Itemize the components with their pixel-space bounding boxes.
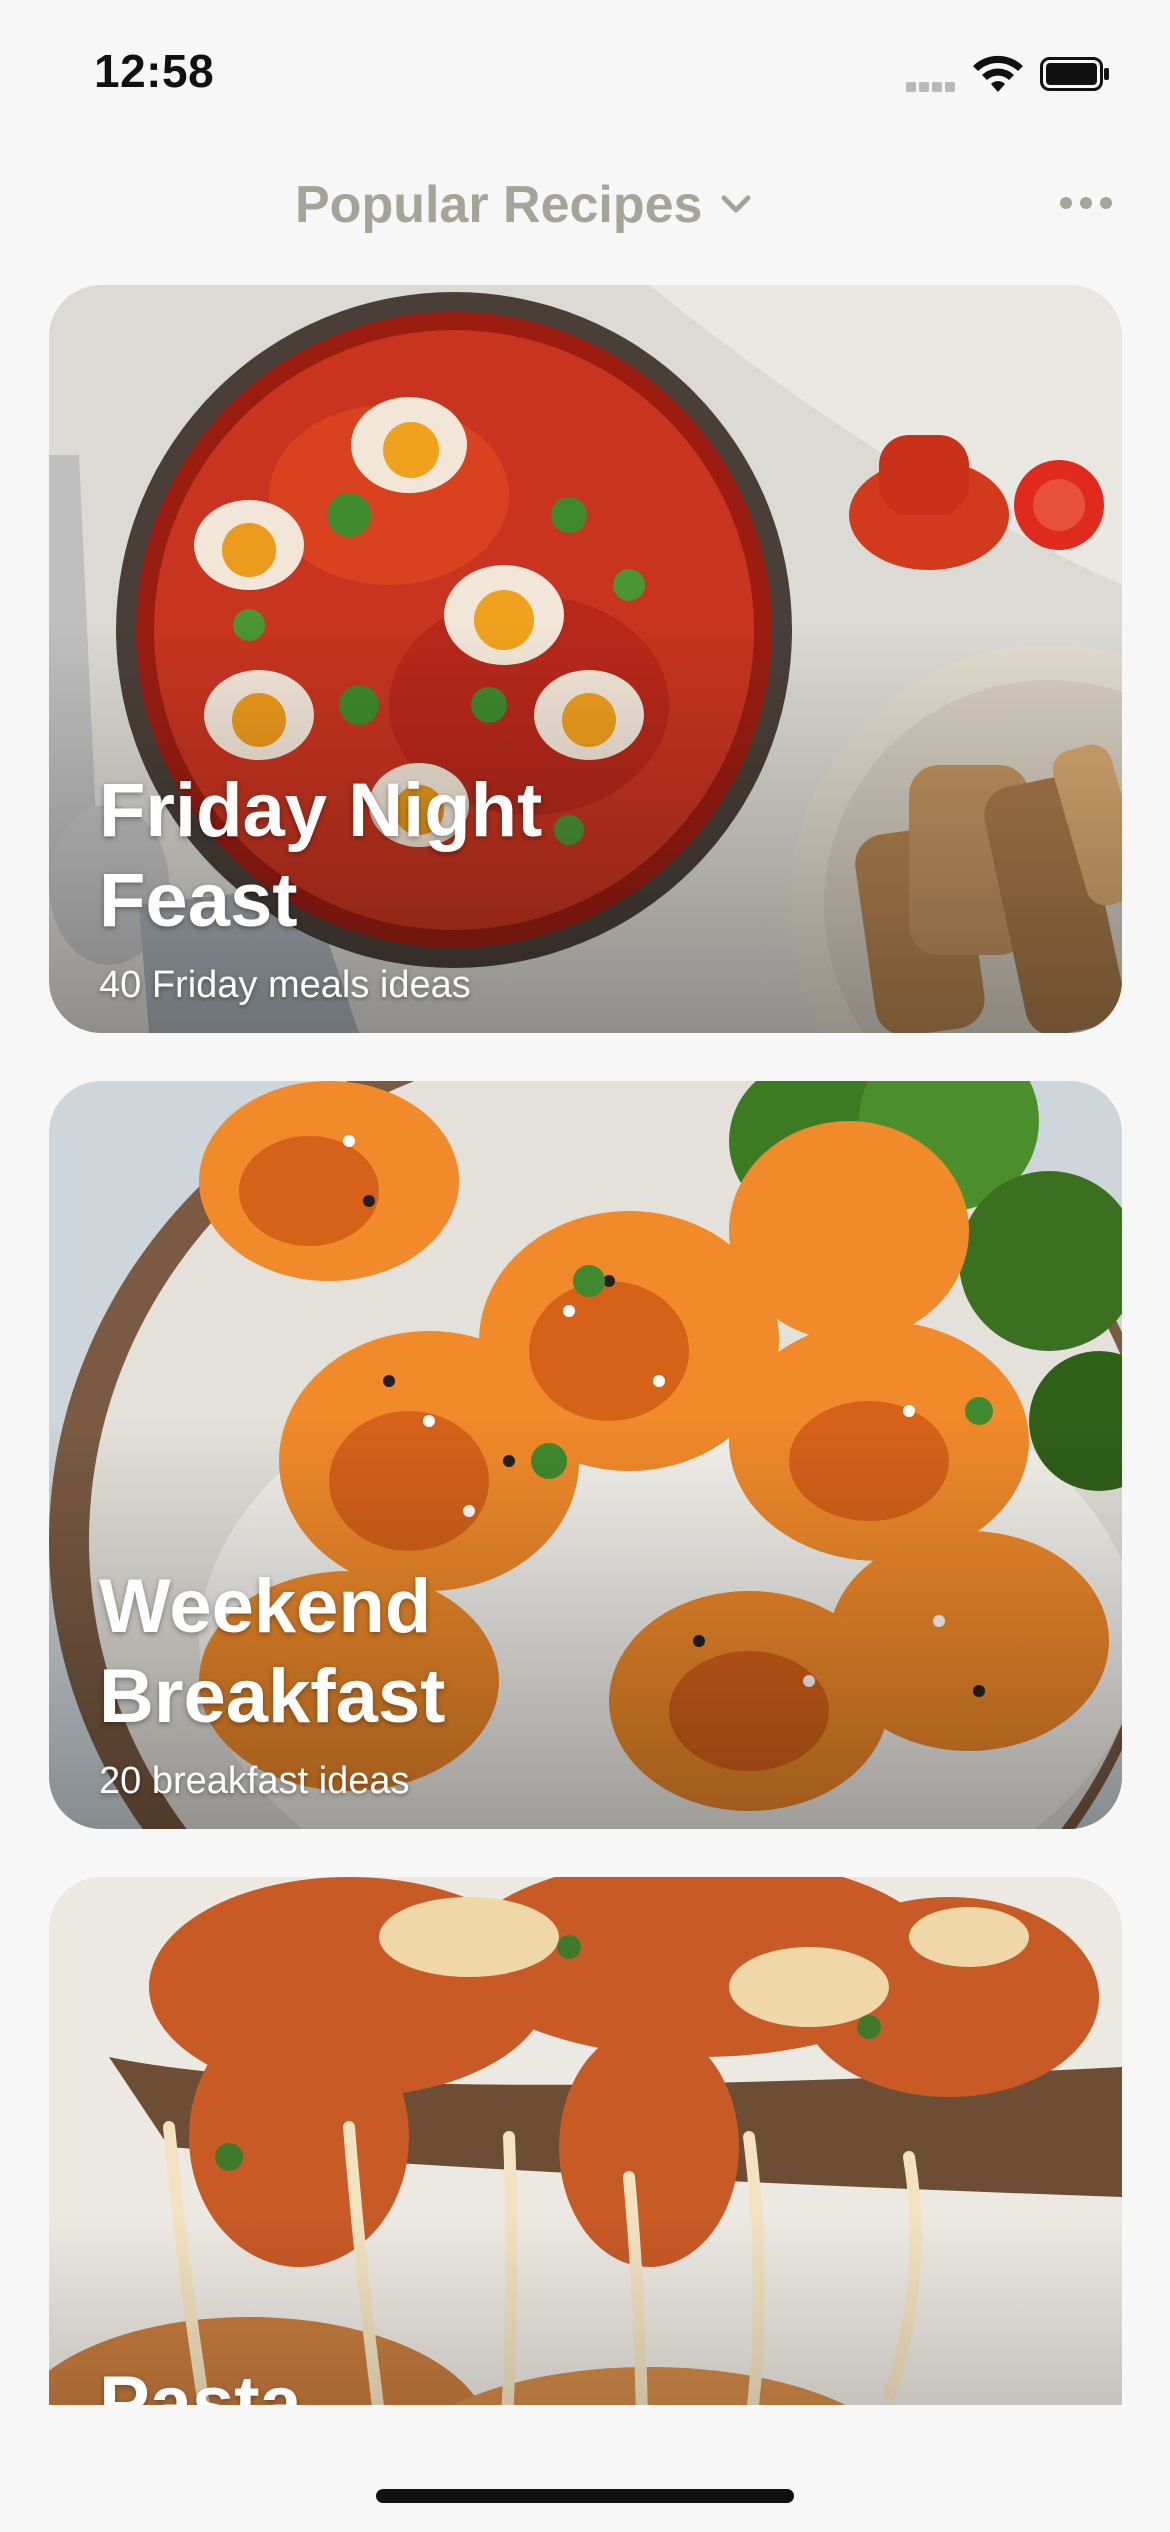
screen: 12:58 Popular Recipes Friday Night Feast… — [0, 0, 1170, 2532]
home-indicator[interactable] — [376, 2489, 794, 2503]
chevron-down-icon — [721, 195, 751, 213]
recipe-card-weekend-breakfast[interactable]: Weekend Breakfast 20 breakfast ideas — [49, 1081, 1122, 1829]
status-time: 12:58 — [94, 45, 215, 97]
wifi-icon — [973, 55, 1023, 92]
status-bar: 12:58 — [0, 0, 1170, 150]
page-title: Popular Recipes — [295, 176, 703, 234]
card-subtitle: 20 breakfast ideas — [99, 1760, 410, 1802]
nav-header: Popular Recipes — [0, 160, 1170, 250]
card-title: Weekend Breakfast — [99, 1564, 446, 1739]
more-options-icon[interactable] — [1058, 188, 1114, 218]
card-title: Friday Night Feast — [99, 768, 543, 943]
card-text: Weekend Breakfast 20 breakfast ideas — [99, 1562, 719, 1803]
recipe-category-dropdown[interactable]: Popular Recipes — [295, 170, 756, 240]
recipe-card-friday-night-feast[interactable]: Friday Night Feast 40 Friday meals ideas — [49, 285, 1122, 1033]
card-subtitle: 40 Friday meals ideas — [99, 964, 471, 1006]
signal-icon — [906, 79, 960, 92]
battery-icon — [1040, 57, 1109, 91]
bottom-safe-area — [0, 2405, 1170, 2532]
card-text: Friday Night Feast 40 Friday meals ideas — [99, 766, 719, 1007]
